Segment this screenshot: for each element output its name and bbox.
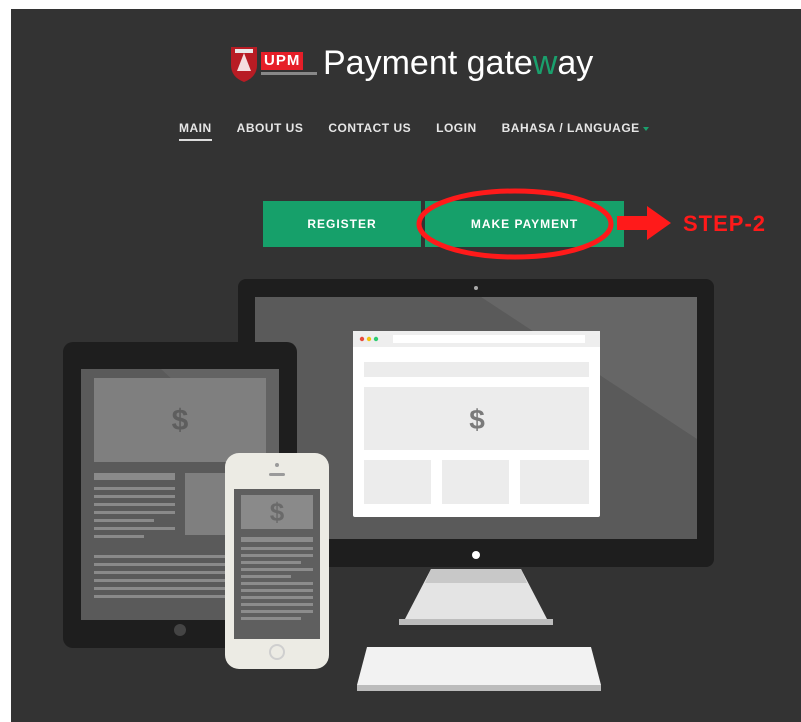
monitor-dollar-label: $ (469, 404, 485, 435)
devices-illustration: $ $ $ (63, 188, 714, 691)
page-stage: UPM Payment gateway MAIN ABOUT US CONTAC… (11, 9, 801, 722)
arrow-right-icon (617, 206, 671, 240)
highlight-ellipse (416, 188, 614, 260)
phone-illustration: $ (225, 453, 329, 669)
step-annotation: STEP-2 (683, 211, 767, 236)
tablet-dollar-label: $ (172, 404, 189, 437)
phone-dollar-label: $ (270, 497, 285, 527)
